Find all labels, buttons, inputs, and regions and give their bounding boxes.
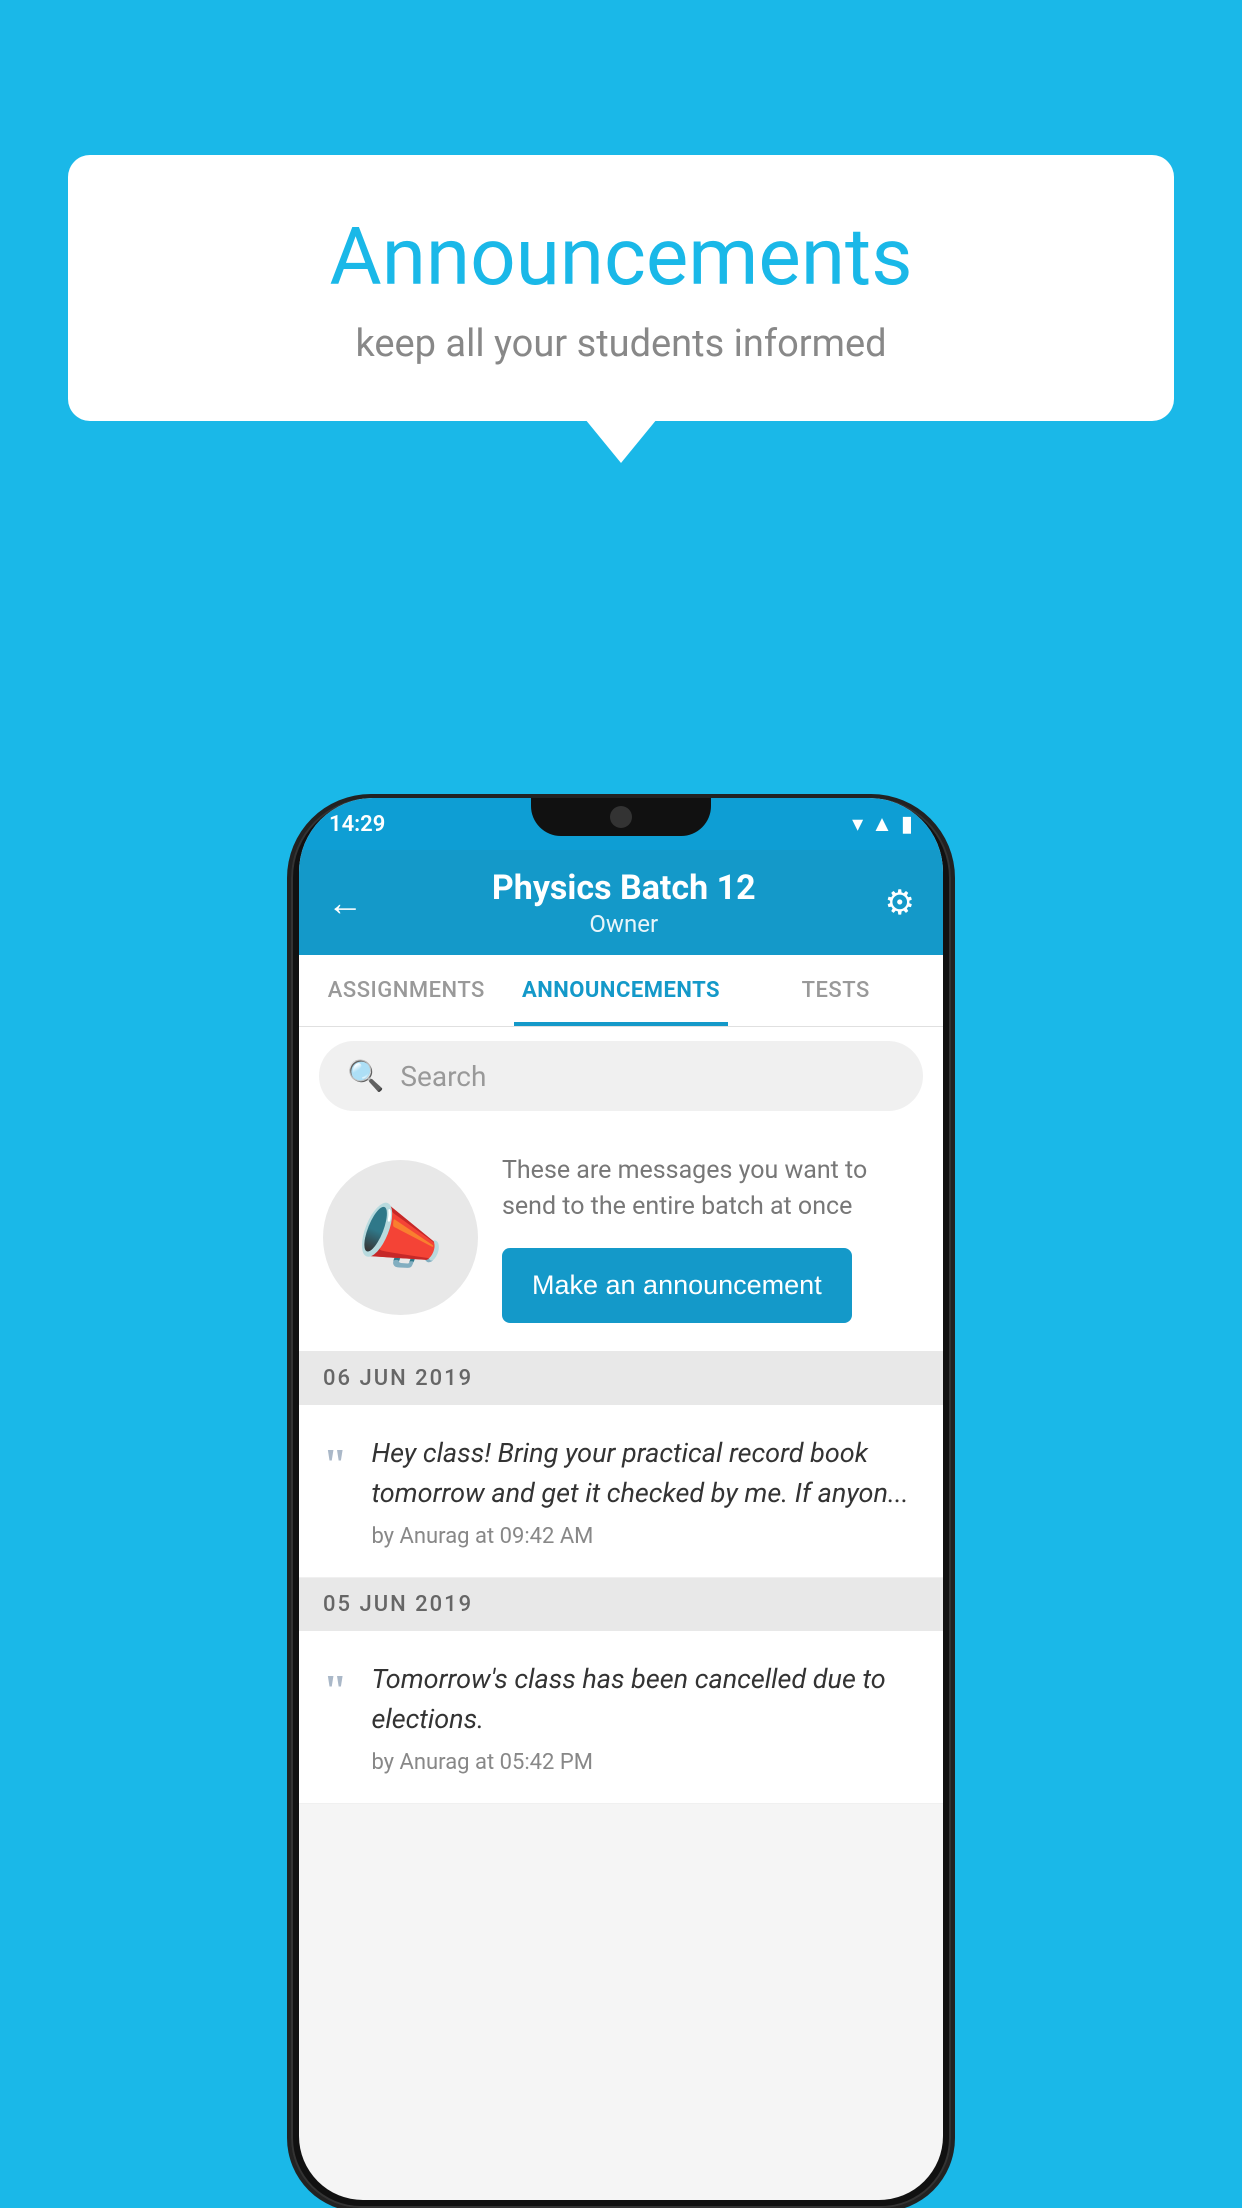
promo-description: These are messages you want to send to t… — [502, 1153, 919, 1226]
phone-notch — [531, 798, 711, 836]
search-icon: 🔍 — [347, 1059, 384, 1094]
batch-role: Owner — [363, 910, 885, 938]
settings-gear-icon[interactable]: ⚙ — [885, 883, 915, 923]
search-bar[interactable]: 🔍 Search — [319, 1041, 923, 1111]
promo-content: These are messages you want to send to t… — [502, 1153, 919, 1323]
status-icons: ▾ ▲ ▮ — [852, 811, 913, 837]
content-area: 🔍 Search 📣 These are messages you want t… — [299, 1027, 943, 1804]
status-time: 14:29 — [329, 812, 385, 837]
announcement-item-2[interactable]: " Tomorrow's class has been cancelled du… — [299, 1631, 943, 1804]
date-divider-2: 05 JUN 2019 — [299, 1578, 943, 1631]
promo-icon-circle: 📣 — [323, 1160, 478, 1315]
message-text-1: Hey class! Bring your practical record b… — [371, 1433, 919, 1514]
tab-assignments[interactable]: ASSIGNMENTS — [299, 955, 514, 1026]
app-header: ← Physics Batch 12 Owner ⚙ — [299, 850, 943, 955]
tab-tests[interactable]: TESTS — [728, 955, 943, 1026]
back-button[interactable]: ← — [327, 882, 363, 924]
quote-icon-2: " — [323, 1665, 347, 1716]
tab-bar: ASSIGNMENTS ANNOUNCEMENTS TESTS — [299, 955, 943, 1027]
speech-bubble-title: Announcements — [128, 210, 1114, 304]
speech-bubble: Announcements keep all your students inf… — [68, 155, 1174, 421]
search-bar-wrapper: 🔍 Search — [299, 1027, 943, 1125]
message-text-2: Tomorrow's class has been cancelled due … — [371, 1659, 919, 1740]
message-author-2: by Anurag at 05:42 PM — [371, 1750, 919, 1775]
tab-announcements[interactable]: ANNOUNCEMENTS — [514, 955, 729, 1026]
megaphone-icon: 📣 — [357, 1197, 444, 1279]
signal-icon: ▲ — [871, 811, 893, 837]
announcement-promo: 📣 These are messages you want to send to… — [299, 1125, 943, 1352]
announcement-item-1[interactable]: " Hey class! Bring your practical record… — [299, 1405, 943, 1578]
date-divider-1: 06 JUN 2019 — [299, 1352, 943, 1405]
phone-frame: 14:29 ▾ ▲ ▮ ← Physics Batch 12 Owner ⚙ A… — [291, 798, 951, 2208]
header-title-block: Physics Batch 12 Owner — [363, 868, 885, 938]
speech-bubble-container: Announcements keep all your students inf… — [68, 155, 1174, 421]
phone-screen: 14:29 ▾ ▲ ▮ ← Physics Batch 12 Owner ⚙ A… — [299, 798, 943, 2200]
quote-icon-1: " — [323, 1439, 347, 1490]
wifi-icon: ▾ — [852, 812, 863, 837]
speech-bubble-subtitle: keep all your students informed — [128, 322, 1114, 366]
message-author-1: by Anurag at 09:42 AM — [371, 1524, 919, 1549]
battery-icon: ▮ — [901, 812, 913, 837]
make-announcement-button[interactable]: Make an announcement — [502, 1248, 852, 1323]
message-content-2: Tomorrow's class has been cancelled due … — [371, 1659, 919, 1775]
phone-camera — [610, 806, 632, 828]
search-placeholder: Search — [400, 1060, 486, 1093]
batch-title: Physics Batch 12 — [363, 868, 885, 908]
message-content-1: Hey class! Bring your practical record b… — [371, 1433, 919, 1549]
